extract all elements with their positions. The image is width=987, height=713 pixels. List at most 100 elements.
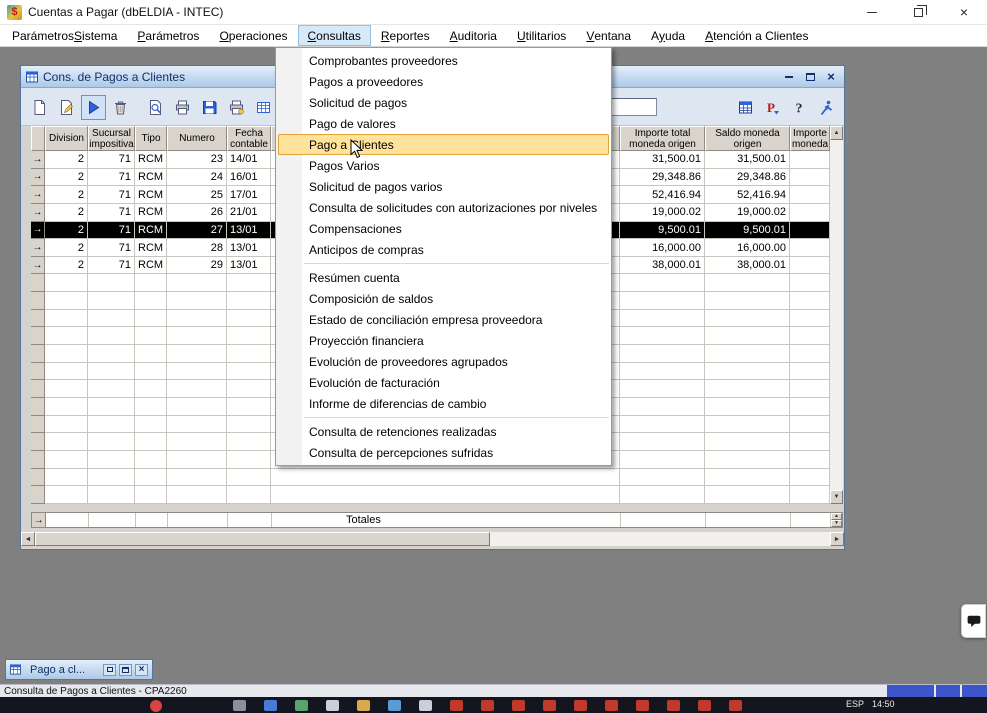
taskbar-app-icon[interactable]: [574, 700, 587, 711]
menu-item-anticipos-de-compras[interactable]: Anticipos de compras: [278, 239, 609, 260]
delete-record-button[interactable]: [108, 95, 133, 120]
menu-item-label: Comprobantes proveedores: [309, 54, 458, 68]
empty-table-row[interactable]: [31, 469, 830, 487]
spin-down-arrow[interactable]: ▼: [831, 520, 842, 527]
cell-sucursal: [88, 486, 135, 504]
menubar-item-parametros-sistema[interactable]: Parámetros Sistema: [2, 25, 127, 46]
taskbar-app-icon[interactable]: [264, 700, 277, 711]
column-header-fecha[interactable]: Fecha contable: [227, 126, 271, 151]
horizontal-scrollbar[interactable]: ◄ ►: [21, 532, 844, 546]
child-close-button[interactable]: ×: [823, 70, 839, 84]
restore-button[interactable]: [895, 0, 941, 24]
save-button[interactable]: [197, 95, 222, 120]
column-header-division[interactable]: Division: [45, 126, 88, 151]
menu-item-consulta-de-percepciones-sufridas[interactable]: Consulta de percepciones sufridas: [278, 442, 609, 463]
chat-widget[interactable]: [961, 604, 986, 638]
help-button[interactable]: ?: [787, 95, 812, 120]
taskbar-app-icon[interactable]: [512, 700, 525, 711]
menu-item-composicion-de-saldos[interactable]: Composición de saldos: [278, 288, 609, 309]
scroll-down-arrow[interactable]: ▼: [830, 490, 843, 504]
menu-item-pagos-a-proveedores[interactable]: Pagos a proveedores: [278, 71, 609, 92]
grid-view-button[interactable]: [733, 95, 758, 120]
menubar-item-operaciones[interactable]: Operaciones: [209, 25, 297, 46]
new-record-button[interactable]: [27, 95, 52, 120]
print-button[interactable]: [170, 95, 195, 120]
menubar-item-consultas[interactable]: Consultas: [298, 25, 371, 46]
taskbar-app-icon[interactable]: [233, 700, 246, 711]
column-header-sucursal[interactable]: Sucursal impositiva: [88, 126, 135, 151]
taskbar-app-icon[interactable]: [388, 700, 401, 711]
minimize-button[interactable]: [849, 0, 895, 24]
column-header-numero[interactable]: Numero: [167, 126, 227, 151]
column-header-tipo[interactable]: Tipo: [135, 126, 167, 151]
close-button[interactable]: ×: [941, 0, 987, 24]
taskbar-app-icon[interactable]: [481, 700, 494, 711]
menubar-item-auditoria[interactable]: Auditoria: [440, 25, 507, 46]
menubar-item-utilitarios[interactable]: Utilitarios: [507, 25, 576, 46]
row-indicator-arrow: →: [31, 222, 45, 240]
vscroll-track[interactable]: [830, 140, 843, 490]
scroll-up-arrow[interactable]: ▲: [830, 126, 843, 140]
menu-item-comprobantes-proveedores[interactable]: Comprobantes proveedores: [278, 50, 609, 71]
taskbar-app-icon[interactable]: [419, 700, 432, 711]
run-query-button[interactable]: [81, 95, 106, 120]
spin-up-arrow[interactable]: ▲: [831, 513, 842, 520]
child-minimize-button[interactable]: [781, 70, 797, 84]
export-grid-button[interactable]: [251, 95, 276, 120]
taskbar-clock[interactable]: 14:50: [872, 699, 895, 709]
taskbar-app-icon[interactable]: [295, 700, 308, 711]
vertical-scrollbar[interactable]: ▲ ▼: [830, 126, 843, 504]
menu-item-evolucion-de-proveedores-agrupados[interactable]: Evolución de proveedores agrupados: [278, 351, 609, 372]
taskbar-app-icon[interactable]: [636, 700, 649, 711]
mini-restore-button[interactable]: [103, 664, 116, 676]
menu-item-consulta-de-retenciones-realizadas[interactable]: Consulta de retenciones realizadas: [278, 421, 609, 442]
menu-item-solicitud-de-pagos-varios[interactable]: Solicitud de pagos varios: [278, 176, 609, 197]
menubar-item-atencion-a-clientes[interactable]: Atención a Clientes: [695, 25, 818, 46]
exit-button[interactable]: [814, 95, 839, 120]
mini-maximize-button[interactable]: [119, 664, 132, 676]
taskbar-app-icon[interactable]: [150, 700, 162, 712]
scroll-right-arrow[interactable]: ►: [830, 532, 844, 546]
print-setup-button[interactable]: [224, 95, 249, 120]
taskbar-app-icon[interactable]: [605, 700, 618, 711]
taskbar-app-icon[interactable]: [698, 700, 711, 711]
preview-button[interactable]: [143, 95, 168, 120]
menu-item-solicitud-de-pagos[interactable]: Solicitud de pagos: [278, 92, 609, 113]
column-header-importe[interactable]: Importe total moneda origen: [620, 126, 705, 151]
empty-table-row[interactable]: [31, 486, 830, 504]
taskbar-app-icon[interactable]: [667, 700, 680, 711]
cell-tipo: [135, 363, 167, 381]
column-header-saldo[interactable]: Saldo moneda origen: [705, 126, 790, 151]
menu-item-resumen-cuenta[interactable]: Resúmen cuenta: [278, 267, 609, 288]
menu-item-pagos-varios[interactable]: Pagos Varios: [278, 155, 609, 176]
edit-record-button[interactable]: [54, 95, 79, 120]
column-header-imp_mor[interactable]: Importe moneda: [790, 126, 830, 151]
totals-spinner[interactable]: ▲ ▼: [831, 513, 842, 527]
menubar-item-parametros[interactable]: Parámetros: [127, 25, 209, 46]
menubar-item-ayuda[interactable]: Ayuda: [641, 25, 695, 46]
taskbar-app-icon[interactable]: [326, 700, 339, 711]
menu-item-evolucion-de-facturacion[interactable]: Evolución de facturación: [278, 372, 609, 393]
hscroll-thumb[interactable]: [35, 532, 490, 546]
menu-item-proyeccion-financiera[interactable]: Proyección financiera: [278, 330, 609, 351]
menubar-item-ventana[interactable]: Ventana: [576, 25, 641, 46]
params-button[interactable]: P: [760, 95, 785, 120]
menu-item-consulta-de-solicitudes-con-autorizaciones-por-niveles[interactable]: Consulta de solicitudes con autorizacion…: [278, 197, 609, 218]
menu-item-informe-de-diferencias-de-cambio[interactable]: Informe de diferencias de cambio: [278, 393, 609, 414]
child-maximize-button[interactable]: [802, 70, 818, 84]
menu-item-pago-a-clientes[interactable]: Pago a Clientes: [278, 134, 609, 155]
menu-item-compensaciones[interactable]: Compensaciones: [278, 218, 609, 239]
taskbar-app-icon[interactable]: [543, 700, 556, 711]
menu-item-pago-de-valores[interactable]: Pago de valores: [278, 113, 609, 134]
taskbar-app-icon[interactable]: [729, 700, 742, 711]
minimized-window[interactable]: Pago a cl... ×: [5, 659, 153, 680]
mini-close-button[interactable]: ×: [135, 664, 148, 676]
taskbar-language[interactable]: ESP: [846, 699, 864, 709]
scroll-left-arrow[interactable]: ◄: [21, 532, 35, 546]
column-header-blank[interactable]: [31, 126, 45, 151]
taskbar-app-icon[interactable]: [450, 700, 463, 711]
taskbar-app-icon[interactable]: [357, 700, 370, 711]
menubar-item-reportes[interactable]: Reportes: [371, 25, 440, 46]
menu-item-estado-de-conciliacion-empresa-proveedora[interactable]: Estado de conciliación empresa proveedor…: [278, 309, 609, 330]
cell-saldo: 9,500.01: [705, 222, 790, 240]
